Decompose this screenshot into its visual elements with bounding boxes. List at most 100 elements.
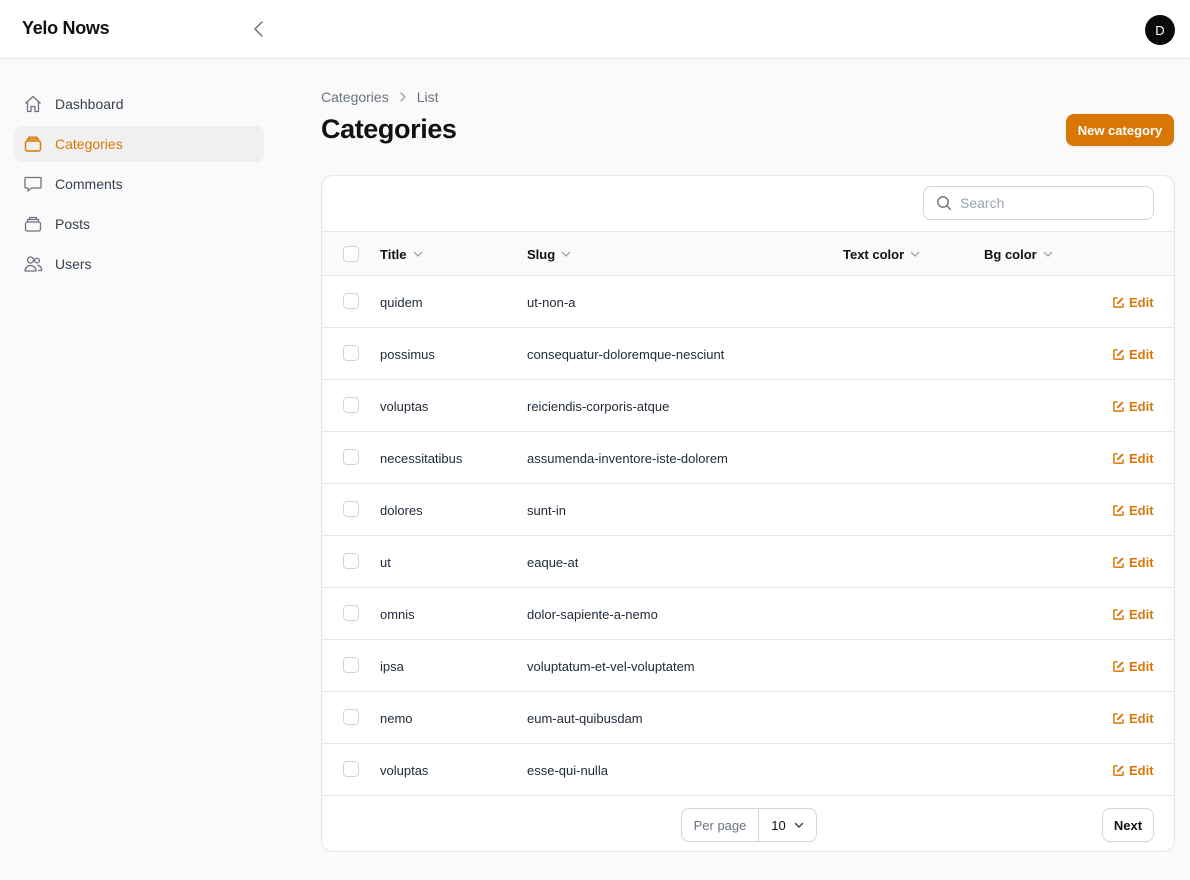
cell-slug: esse-qui-nulla (527, 762, 608, 778)
table-row: voluptas esse-qui-nulla Edit (322, 744, 1174, 796)
column-header-slug[interactable]: Slug (527, 232, 571, 276)
home-icon (23, 94, 43, 114)
row-checkbox[interactable] (343, 605, 359, 621)
chevron-left-icon (254, 21, 263, 37)
edit-icon (1112, 348, 1125, 361)
per-page-label: Per page (682, 809, 759, 841)
table-row: dolores sunt-in Edit (322, 484, 1174, 536)
row-checkbox[interactable] (343, 657, 359, 673)
new-category-button[interactable]: New category (1066, 114, 1174, 146)
table-row: possimus consequatur-doloremque-nesciunt E… (322, 328, 1174, 380)
edit-link[interactable]: Edit (1112, 588, 1154, 640)
edit-icon (1112, 712, 1125, 725)
brand-logo[interactable]: Yelo Nows (22, 18, 110, 39)
cell-slug: sunt-in (527, 502, 567, 518)
row-checkbox[interactable] (343, 761, 359, 777)
cell-slug: eum-aut-quibusdam (527, 710, 643, 726)
sidebar-item-posts[interactable]: Posts (14, 206, 264, 242)
cell-title: nemo (380, 710, 413, 726)
chat-bubble-icon (23, 174, 43, 194)
cell-slug: consequatur-doloremque-nesciunt (527, 346, 725, 362)
column-header-text-color[interactable]: Text color (843, 232, 920, 276)
cell-title: voluptas (380, 398, 429, 414)
row-checkbox[interactable] (343, 397, 359, 413)
cell-title: possimus (380, 346, 435, 362)
row-checkbox[interactable] (343, 501, 359, 517)
row-checkbox[interactable] (343, 293, 359, 309)
sidebar-item-dashboard[interactable]: Dashboard (14, 86, 264, 122)
table-row: ut eaque-at Edit (322, 536, 1174, 588)
breadcrumb: Categories List (321, 89, 439, 105)
edit-label: Edit (1129, 710, 1154, 726)
edit-link[interactable]: Edit (1112, 484, 1154, 536)
column-header-label: Title (380, 246, 407, 262)
row-checkbox[interactable] (343, 553, 359, 569)
edit-icon (1112, 608, 1125, 621)
column-header-title[interactable]: Title (380, 232, 423, 276)
row-checkbox[interactable] (343, 709, 359, 725)
search-input[interactable] (960, 195, 1130, 211)
table-row: omnis dolor-sapiente-a-nemo Edit (322, 588, 1174, 640)
cell-slug: ut-non-a (527, 294, 576, 310)
table-row: quidem ut-non-a Edit (322, 276, 1174, 328)
table-row: voluptas reiciendis-corporis-atque Edit (322, 380, 1174, 432)
chevron-down-icon (1043, 249, 1053, 259)
cell-title: ipsa (380, 658, 404, 674)
edit-label: Edit (1129, 658, 1154, 674)
select-all-checkbox[interactable] (343, 246, 359, 262)
edit-link[interactable]: Edit (1112, 276, 1154, 328)
table-row: ipsa voluptatum-et-vel-voluptatem Edit (322, 640, 1174, 692)
column-header-bg-color[interactable]: Bg color (984, 232, 1053, 276)
row-checkbox[interactable] (343, 345, 359, 361)
sidebar-item-comments[interactable]: Comments (14, 166, 264, 202)
sidebar-item-categories[interactable]: Categories (14, 126, 264, 162)
edit-link[interactable]: Edit (1112, 744, 1154, 796)
cell-slug: reiciendis-corporis-atque (527, 398, 670, 414)
cell-slug: dolor-sapiente-a-nemo (527, 606, 658, 622)
edit-icon (1112, 452, 1125, 465)
edit-link[interactable]: Edit (1112, 328, 1154, 380)
table-body: quidem ut-non-a Edit possimus consequatur-do… (322, 276, 1174, 796)
cell-title: omnis (380, 606, 415, 622)
cell-title: quidem (380, 294, 423, 310)
next-page-button[interactable]: Next (1102, 808, 1154, 842)
edit-link[interactable]: Edit (1112, 692, 1154, 744)
column-header-label: Text color (843, 246, 905, 262)
chevron-down-icon (794, 820, 804, 830)
search-field[interactable] (923, 186, 1154, 220)
per-page-selector: Per page 10 (681, 808, 817, 842)
row-checkbox[interactable] (343, 449, 359, 465)
edit-link[interactable]: Edit (1112, 380, 1154, 432)
cell-title: ut (380, 554, 391, 570)
sidebar-item-label: Comments (55, 176, 123, 192)
per-page-value: 10 (771, 817, 786, 833)
edit-label: Edit (1129, 554, 1154, 570)
sidebar-item-label: Posts (55, 216, 91, 232)
users-icon (23, 254, 43, 274)
sidebar-item-label: Dashboard (55, 96, 124, 112)
breadcrumb-parent-link[interactable]: Categories (321, 89, 389, 105)
per-page-select[interactable]: 10 (759, 809, 816, 841)
top-bar: Yelo Nows D (0, 0, 1190, 59)
table-footer: Per page 10 Next (322, 797, 1174, 851)
search-icon (936, 195, 952, 211)
edit-icon (1112, 400, 1125, 413)
edit-link[interactable]: Edit (1112, 432, 1154, 484)
category-icon (23, 134, 43, 154)
edit-label: Edit (1129, 450, 1154, 466)
edit-link[interactable]: Edit (1112, 640, 1154, 692)
column-header-label: Bg color (984, 246, 1037, 262)
collapse-sidebar-button[interactable] (248, 18, 270, 40)
cell-title: dolores (380, 502, 423, 518)
chevron-right-icon (399, 91, 407, 103)
edit-link[interactable]: Edit (1112, 536, 1154, 588)
stack-icon (23, 214, 43, 234)
breadcrumb-current[interactable]: List (417, 89, 439, 105)
user-avatar[interactable]: D (1145, 15, 1175, 45)
cell-slug: voluptatum-et-vel-voluptatem (527, 658, 695, 674)
edit-icon (1112, 764, 1125, 777)
sidebar-item-label: Categories (55, 136, 123, 152)
sidebar-nav: Dashboard Categories Comments Posts User… (14, 86, 264, 286)
sidebar-item-users[interactable]: Users (14, 246, 264, 282)
edit-icon (1112, 504, 1125, 517)
